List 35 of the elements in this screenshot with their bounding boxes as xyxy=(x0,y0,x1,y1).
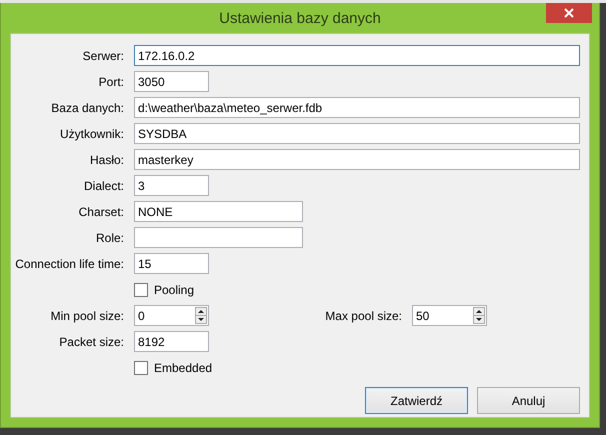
spin-field[interactable]: 0 xyxy=(134,305,209,326)
text-field[interactable]: 3050 xyxy=(134,71,209,92)
checkbox[interactable] xyxy=(134,360,148,374)
checkbox[interactable] xyxy=(134,282,148,296)
text-field[interactable] xyxy=(134,227,303,248)
close-icon[interactable] xyxy=(564,8,574,18)
text-field[interactable]: SYSDBA xyxy=(134,123,580,144)
field-label: Min pool size: xyxy=(50,308,125,322)
text-field[interactable]: NONE xyxy=(134,201,303,222)
text-field[interactable]: masterkey xyxy=(134,149,580,170)
spinner-arrows-icon[interactable] xyxy=(473,307,485,324)
close-button[interactable] xyxy=(546,3,592,23)
field-label: Baza danych: xyxy=(50,100,125,114)
field-label: Port: xyxy=(98,74,125,88)
spinner-arrows-icon[interactable] xyxy=(195,307,207,324)
field-label: Max pool size: xyxy=(324,308,403,322)
text-field[interactable]: 15 xyxy=(134,253,209,274)
field-label: Użytkownik: xyxy=(58,126,125,140)
text-field[interactable]: 172.16.0.2 xyxy=(134,45,580,66)
confirm-button[interactable]: Zatwierdź xyxy=(365,387,468,414)
checkbox-label: Pooling xyxy=(154,282,194,296)
spin-field[interactable]: 50 xyxy=(412,305,487,326)
checkbox-label: Embedded xyxy=(154,360,212,374)
field-label: Charset: xyxy=(78,204,125,218)
text-field[interactable]: 8192 xyxy=(134,331,209,352)
field-label: Connection life time: xyxy=(14,256,125,270)
cancel-button[interactable]: Anuluj xyxy=(477,387,580,414)
field-label: Dialect: xyxy=(82,178,125,192)
text-field[interactable]: 3 xyxy=(134,175,209,196)
field-label: Serwer: xyxy=(82,48,125,62)
text-field[interactable]: d:\weather\baza\meteo_serwer.fdb xyxy=(134,97,580,118)
field-label: Role: xyxy=(94,230,125,244)
field-label: Packet size: xyxy=(58,334,125,348)
field-label: Hasło: xyxy=(88,152,125,166)
window-title: Ustawienia bazy danych xyxy=(219,10,381,26)
